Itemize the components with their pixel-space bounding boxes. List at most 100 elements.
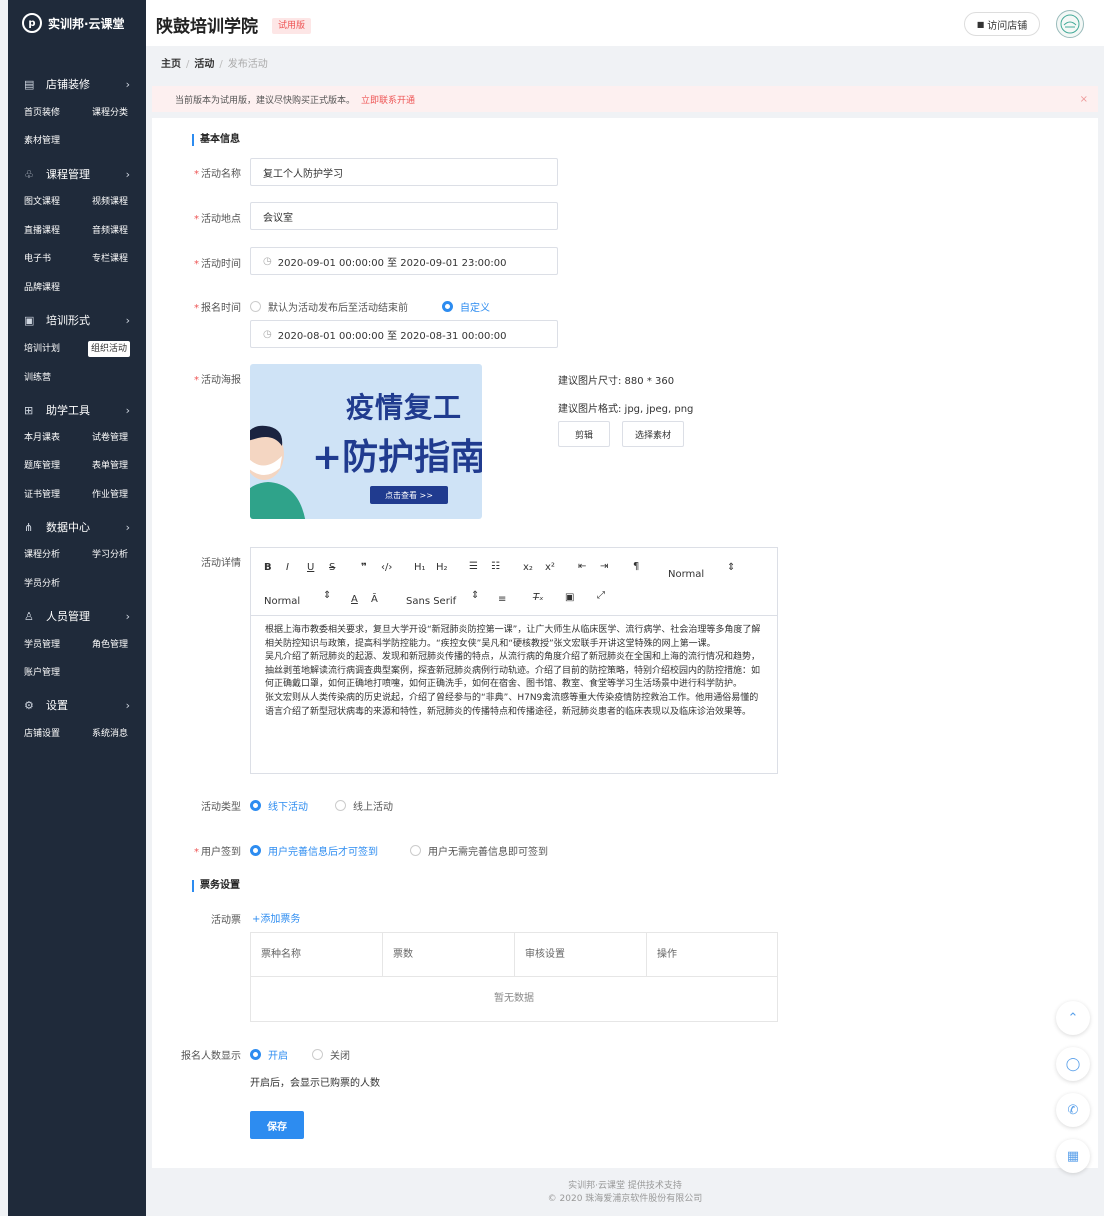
offline-activity-radio[interactable]: 线下活动 — [250, 798, 308, 813]
menu-item[interactable]: 试卷管理 — [90, 431, 130, 445]
brand-logo-icon: p — [22, 13, 42, 33]
fullscreen-icon[interactable]: ⤢ — [597, 590, 605, 601]
scroll-top-button[interactable]: ⌃ — [1056, 1001, 1090, 1035]
signup-default-radio[interactable]: 默认为活动发布后至活动结束前 — [250, 299, 408, 314]
text-direction-icon[interactable]: ¶ — [633, 561, 639, 572]
count-off-radio[interactable]: 关闭 — [312, 1047, 350, 1062]
brand[interactable]: p 实训邦·云课堂 — [8, 0, 146, 46]
align-icon[interactable]: ≡ — [498, 594, 506, 605]
italic-icon[interactable]: I — [286, 562, 289, 573]
activity-time-picker[interactable]: ◷ 2020-09-01 00:00:00 至 2020-09-01 23:00… — [250, 247, 558, 275]
size-select[interactable]: Normal — [668, 569, 704, 580]
header-select[interactable]: Normal — [264, 596, 300, 607]
font-select[interactable]: Sans Serif — [406, 596, 456, 607]
underline-icon[interactable]: U — [307, 562, 314, 573]
code-icon[interactable]: ‹/› — [381, 562, 392, 573]
editor-paragraph: 吴凡介绍了新冠肺炎的起源、发现和新冠肺炎传播的特点，从流行病的角度介绍了新冠肺炎… — [265, 652, 761, 690]
detail-label: 活动详情 — [201, 558, 241, 569]
menu-item[interactable]: 音频课程 — [90, 224, 130, 238]
checkin-no-info-radio[interactable]: 用户无需完善信息即可签到 — [410, 843, 548, 858]
poster-image[interactable]: 疫情复工 +防护指南 点击查看 >> — [250, 364, 482, 519]
menu-item[interactable]: 店铺设置 — [22, 727, 62, 741]
menu-item[interactable]: 电子书 — [22, 252, 53, 266]
add-ticket-link[interactable]: +添加票务 — [252, 910, 300, 925]
menu-item[interactable]: 专栏课程 — [90, 252, 130, 266]
clock-icon: ◷ — [263, 328, 272, 340]
menu-item[interactable]: 学习分析 — [90, 548, 130, 562]
quote-icon[interactable]: ❞ — [361, 562, 367, 573]
menu-group-training[interactable]: ▣ 培训形式 › — [8, 306, 146, 334]
menu-item[interactable]: 课程分类 — [90, 106, 130, 120]
menu-item[interactable]: 角色管理 — [90, 638, 130, 652]
menu-group-tools[interactable]: ⊞ 助学工具 › — [8, 396, 146, 424]
editor-paragraph: 张文宏则从人类传染病的历史说起，介绍了曾经参与的“非典”、H7N9禽流感等重大传… — [265, 692, 759, 717]
menu-group-data[interactable]: ⋔ 数据中心 › — [8, 513, 146, 541]
menu-item[interactable]: 账户管理 — [22, 666, 62, 680]
activity-place-input[interactable]: 会议室 — [250, 202, 558, 230]
menu-item[interactable]: 首页装修 — [22, 106, 62, 120]
menu-item[interactable]: 直播课程 — [22, 224, 62, 238]
close-icon[interactable]: × — [1080, 94, 1088, 105]
choose-material-button[interactable]: 选择素材 — [622, 421, 684, 447]
heading1-icon[interactable]: H₁ — [414, 562, 426, 573]
strike-icon[interactable]: S — [329, 562, 335, 573]
menu-item[interactable]: 素材管理 — [22, 134, 62, 148]
menu-item[interactable]: 学员管理 — [22, 638, 62, 652]
support-button[interactable]: ◯ — [1056, 1047, 1090, 1081]
signup-time-picker[interactable]: ◷ 2020-08-01 00:00:00 至 2020-08-31 00:00… — [250, 320, 558, 348]
menu-item[interactable]: 视频课程 — [90, 195, 130, 209]
save-button[interactable]: 保存 — [250, 1111, 304, 1139]
superscript-icon[interactable]: x² — [545, 562, 555, 573]
menu-item[interactable]: 证书管理 — [22, 488, 62, 502]
online-activity-radio[interactable]: 线上活动 — [335, 798, 393, 813]
qrcode-button[interactable]: ▦ — [1056, 1139, 1090, 1173]
menu-group-store[interactable]: ▤ 店铺装修 › — [8, 70, 146, 98]
radio-label: 默认为活动发布后至活动结束前 — [268, 303, 408, 314]
outdent-icon[interactable]: ⇤ — [578, 561, 586, 572]
signup-custom-radio[interactable]: 自定义 — [442, 299, 490, 314]
count-on-radio[interactable]: 开启 — [250, 1047, 288, 1062]
menu-item[interactable]: 作业管理 — [90, 488, 130, 502]
menu-group-label: 课程管理 — [46, 168, 90, 181]
phone-button[interactable]: ✆ — [1056, 1093, 1090, 1127]
menu-item[interactable]: 表单管理 — [90, 459, 130, 473]
menu-item[interactable]: 训练营 — [22, 371, 53, 385]
menu-group-settings[interactable]: ⚙ 设置 › — [8, 691, 146, 719]
phone-icon: ✆ — [1067, 1102, 1079, 1118]
menu-group-people[interactable]: ♙ 人员管理 › — [8, 602, 146, 630]
training-icon: ▣ — [24, 313, 35, 327]
menu-item[interactable]: 培训计划 — [22, 342, 62, 356]
background-color-icon[interactable]: Ā — [371, 594, 378, 605]
menu-item[interactable]: 品牌课程 — [22, 281, 62, 295]
footer-support: 实训邦·云课堂 提供技术支持 — [568, 1181, 682, 1191]
subscript-icon[interactable]: x₂ — [523, 562, 533, 573]
select-arrow-icon: ⇕ — [323, 590, 332, 601]
menu-item[interactable]: 图文课程 — [22, 195, 62, 209]
users-icon: ♙ — [24, 609, 34, 623]
avatar[interactable] — [1056, 10, 1084, 38]
bold-icon[interactable]: B — [264, 562, 272, 573]
crop-button[interactable]: 剪辑 — [558, 421, 610, 447]
visit-store-button[interactable]: ■ 访问店铺 — [964, 12, 1040, 36]
checkin-require-info-radio[interactable]: 用户完善信息后才可签到 — [250, 843, 378, 858]
font-color-icon[interactable]: A — [351, 594, 358, 605]
editor-content[interactable]: 根据上海市教委相关要求，复旦大学开设“新冠肺炎防控第一课”，让广大师生从临床医学… — [251, 616, 777, 727]
menu-item[interactable]: 系统消息 — [90, 727, 130, 741]
clear-format-icon[interactable]: T̶ₓ — [533, 592, 544, 603]
indent-icon[interactable]: ⇥ — [600, 561, 608, 572]
menu-group-course[interactable]: ♧ 课程管理 › — [8, 160, 146, 188]
menu-item[interactable]: 本月课表 — [22, 431, 62, 445]
signup-label: * 报名时间 — [194, 303, 241, 314]
menu-item[interactable]: 题库管理 — [22, 459, 62, 473]
heading2-icon[interactable]: H₂ — [436, 562, 448, 573]
breadcrumb-home[interactable]: 主页 — [161, 59, 181, 70]
contact-link[interactable]: 立即联系开通 — [361, 93, 415, 106]
menu-item[interactable]: 课程分析 — [22, 548, 62, 562]
breadcrumb-parent[interactable]: 活动 — [194, 59, 214, 70]
bullet-list-icon[interactable]: ☷ — [491, 561, 500, 572]
activity-name-input[interactable]: 复工个人防护学习 — [250, 158, 558, 186]
ordered-list-icon[interactable]: ☰ — [469, 561, 478, 572]
image-icon[interactable]: ▣ — [565, 592, 574, 603]
menu-item-active[interactable]: 组织活动 — [88, 341, 131, 357]
menu-item[interactable]: 学员分析 — [22, 577, 62, 591]
